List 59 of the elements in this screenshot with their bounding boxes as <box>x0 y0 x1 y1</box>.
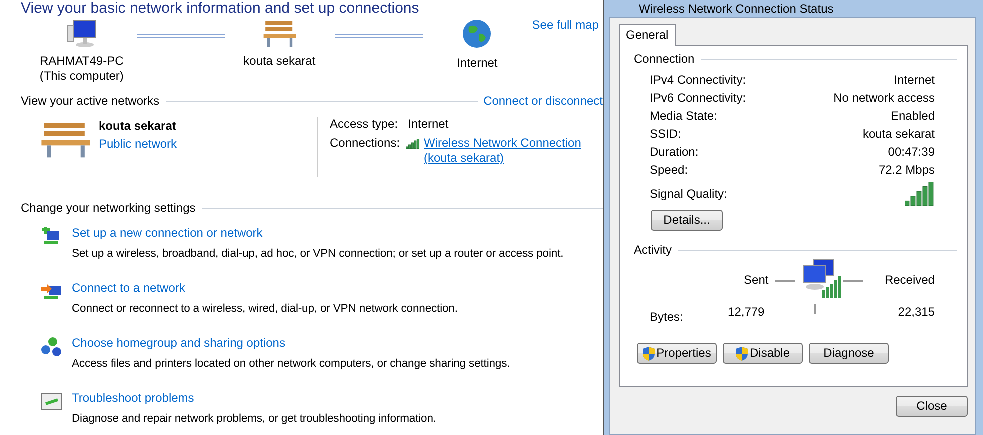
group-heading: Activity <box>634 243 672 258</box>
shield-icon <box>736 346 748 360</box>
connect-disconnect-link[interactable]: Connect or disconnect <box>484 94 603 109</box>
page-title: View your basic network information and set up connections <box>21 0 420 18</box>
detail-value: Internet <box>408 117 449 132</box>
connection-link[interactable]: Wireless Network Connection (kouta sekarat) <box>424 136 589 166</box>
field-label: IPv6 Connectivity: <box>650 90 746 106</box>
network-name: kouta sekarat <box>99 119 178 134</box>
homegroup-icon <box>41 337 63 357</box>
see-full-map-link[interactable]: See full map <box>532 18 599 33</box>
signal-icon <box>905 182 935 206</box>
task-description: Connect or reconnect to a wireless, wired, dial-up, or VPN network connection. <box>72 302 458 316</box>
globe-icon <box>461 18 494 50</box>
dialog-button[interactable]: Disable <box>723 343 803 364</box>
field-label: Signal Quality: <box>650 186 728 202</box>
sent-label: Sent <box>744 273 769 288</box>
dialog-button[interactable]: Diagnose <box>809 343 889 364</box>
detail-label: Connections: <box>330 136 402 152</box>
close-button[interactable]: Close <box>896 396 968 417</box>
bytes-sent: 12,779 <box>728 305 765 320</box>
node-label: kouta sekarat <box>244 54 316 69</box>
task-description: Diagnose and repair network problems, or get troubleshooting information. <box>72 412 436 426</box>
dialog-title: Wireless Network Connection Status <box>639 2 834 17</box>
dialog-button[interactable]: Properties <box>637 343 717 364</box>
details-button[interactable]: Details... <box>651 210 723 231</box>
task-description: Set up a wireless, broadband, dial-up, ad hoc, or VPN connection; or set up a router or access point. <box>72 247 564 262</box>
field-value: 00:47:39 <box>888 144 935 160</box>
field-label: SSID: <box>650 126 682 142</box>
troubleshoot-icon <box>41 392 63 412</box>
node-sublabel: (This computer) <box>40 69 124 84</box>
section-heading: View your active networks <box>21 94 160 109</box>
network-arrow-icon <box>41 282 63 302</box>
received-label: Received <box>884 273 935 288</box>
bytes-received: 22,315 <box>898 305 935 320</box>
field-label: Speed: <box>650 162 688 178</box>
detail-label: Access type: <box>330 117 400 132</box>
field-value: Enabled <box>890 108 935 124</box>
field-value: 72.2 Mbps <box>878 162 935 178</box>
section-heading: Change your networking settings <box>21 201 196 216</box>
field-value: No network access <box>834 90 935 106</box>
field-label: Bytes: <box>650 310 684 325</box>
bench-icon <box>262 18 298 48</box>
field-label: Media State: <box>650 108 718 124</box>
node-label: RAHMAT49-PC <box>40 54 124 69</box>
group-heading: Connection <box>634 52 695 67</box>
task-link[interactable]: Set up a new connection or network <box>72 226 564 241</box>
field-label: Duration: <box>650 144 699 160</box>
task-link[interactable]: Choose homegroup and sharing options <box>72 336 510 351</box>
shield-icon <box>642 346 655 360</box>
field-label: IPv4 Connectivity: <box>650 72 746 88</box>
dialog-tab[interactable]: General <box>619 24 676 46</box>
task-description: Access files and printers located on other network computers, or change sharing settings. <box>72 357 510 372</box>
network-category-link[interactable]: Public network <box>99 137 178 152</box>
task-link[interactable]: Troubleshoot problems <box>72 391 436 406</box>
field-value: kouta sekarat <box>862 126 935 142</box>
signal-icon <box>406 139 420 149</box>
field-value: Internet <box>894 72 935 88</box>
node-label: Internet <box>457 56 498 71</box>
task-link[interactable]: Connect to a network <box>72 281 458 296</box>
